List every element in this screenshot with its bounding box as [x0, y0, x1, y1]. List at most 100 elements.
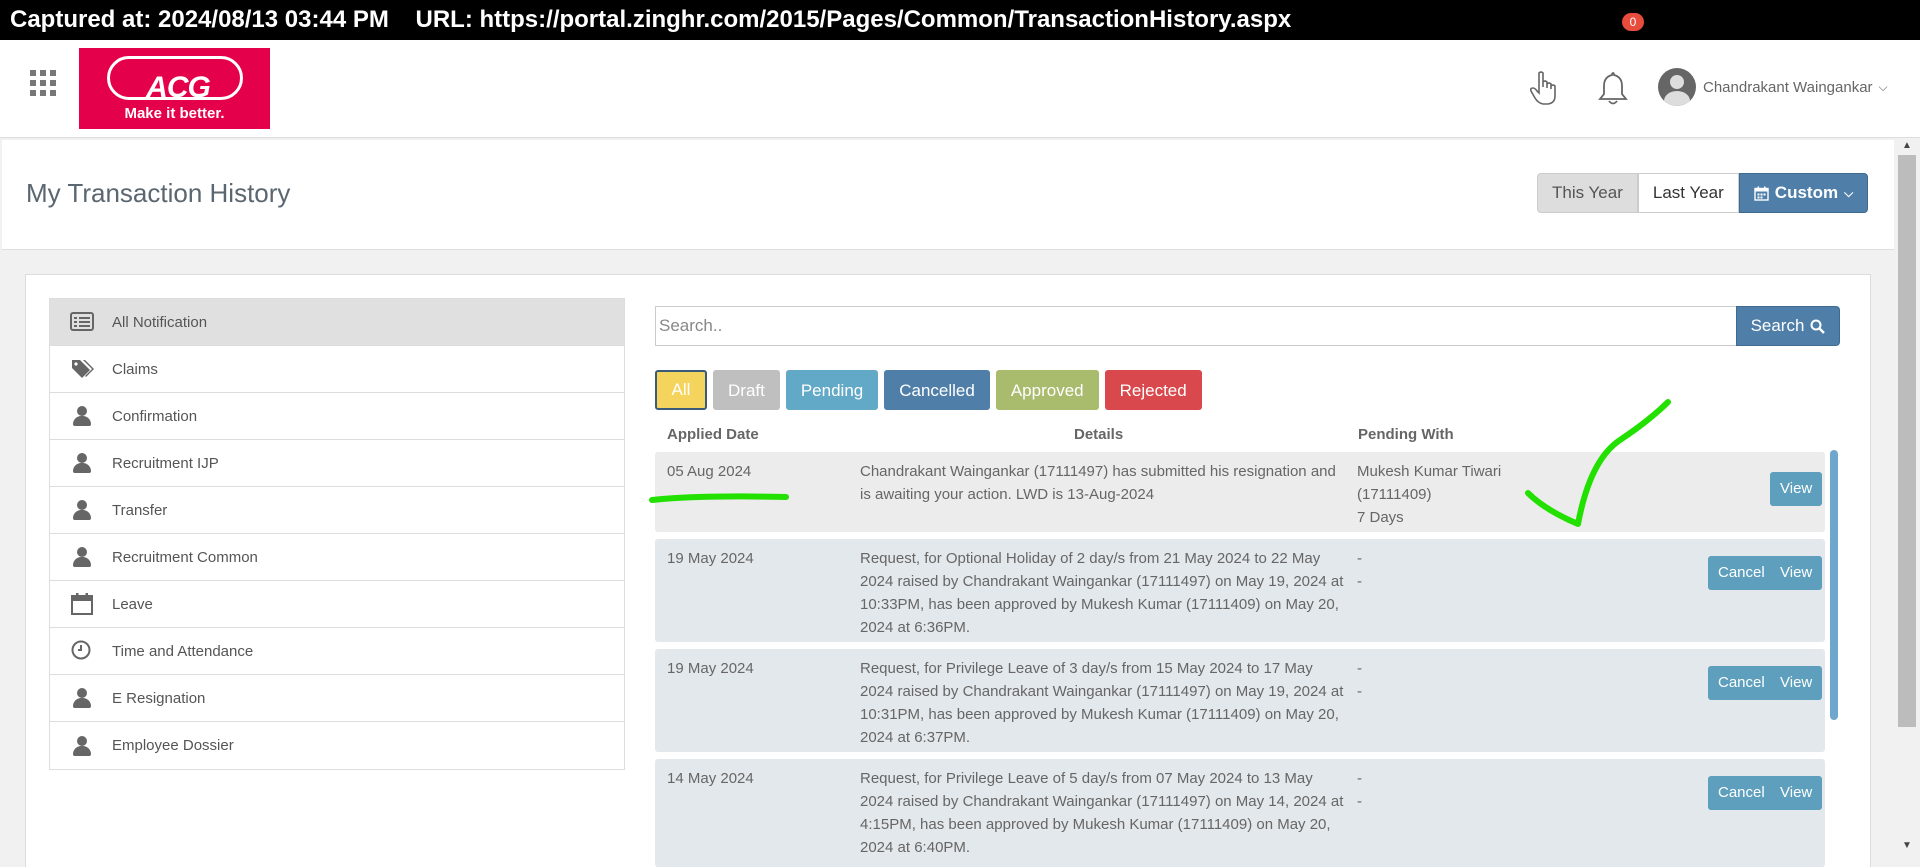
search-input[interactable] — [655, 306, 1737, 346]
list-scrollbar[interactable] — [1830, 450, 1838, 720]
person-icon — [70, 546, 94, 568]
scroll-down-arrow-icon[interactable]: ▼ — [1899, 840, 1915, 851]
sidebar-item-transfer[interactable]: Transfer — [50, 487, 624, 534]
sidebar-item-label: Recruitment Common — [112, 548, 258, 566]
transaction-details: Request, for Privilege Leave of 5 day/s … — [860, 770, 1344, 856]
applied-date: 19 May 2024 — [667, 550, 754, 567]
period-filter-group: This Year Last Year Custom ⌵ — [1537, 173, 1869, 213]
custom-period-button[interactable]: Custom ⌵ — [1738, 173, 1869, 213]
view-button[interactable]: View — [1770, 472, 1823, 506]
sidebar-item-time-and-attendance[interactable]: Time and Attendance — [50, 628, 624, 675]
person-icon — [70, 405, 94, 427]
applied-date: 05 Aug 2024 — [667, 463, 752, 480]
last-year-button[interactable]: Last Year — [1637, 173, 1739, 213]
apps-grid-icon[interactable] — [30, 70, 56, 96]
sidebar-item-label: Confirmation — [112, 407, 198, 425]
sidebar-item-e-resignation[interactable]: E Resignation — [50, 675, 624, 722]
applied-date: 19 May 2024 — [667, 660, 754, 677]
calendar-icon — [1754, 186, 1769, 201]
logo-oval: ACG — [107, 56, 243, 104]
column-header-details: Details — [1074, 426, 1124, 443]
applied-date: 14 May 2024 — [667, 770, 754, 787]
view-button[interactable]: View — [1770, 776, 1823, 810]
scroll-up-arrow-icon[interactable]: ▲ — [1899, 140, 1915, 151]
pending-with-id: - — [1357, 573, 1362, 590]
pending-duration: 7 Days — [1357, 509, 1404, 526]
sidebar-item-claims[interactable]: Claims — [50, 346, 624, 393]
transaction-details: Request, for Optional Holiday of 2 day/s… — [860, 550, 1344, 636]
person-icon — [70, 452, 94, 474]
sidebar-item-confirmation[interactable]: Confirmation — [50, 393, 624, 440]
company-logo[interactable]: ACG Make it better. — [79, 48, 270, 129]
sidebar-item-label: E Resignation — [112, 689, 206, 707]
page-scrollbar-thumb[interactable] — [1898, 155, 1916, 727]
search-button[interactable]: Search — [1736, 306, 1840, 346]
pending-with: Mukesh Kumar Tiwari (17111409) 7 Days — [1357, 460, 1517, 529]
column-header-applied-date: Applied Date — [667, 426, 759, 443]
pending-with-id: - — [1357, 683, 1362, 700]
pending-with: - - — [1357, 657, 1517, 703]
view-button[interactable]: View — [1770, 666, 1823, 700]
notification-badge: 0 — [1622, 13, 1644, 31]
table-row: 19 May 2024 Request, for Optional Holida… — [655, 539, 1825, 642]
view-button[interactable]: View — [1770, 556, 1823, 590]
table-row: 19 May 2024 Request, for Privilege Leave… — [655, 649, 1825, 752]
pending-with: - - — [1357, 547, 1517, 593]
transaction-details: Request, for Privilege Leave of 3 day/s … — [860, 660, 1344, 746]
user-name: Chandrakant Waingankar — [1703, 78, 1873, 96]
pending-with-name: - — [1357, 770, 1362, 787]
table-row: 05 Aug 2024 Chandrakant Waingankar (1711… — [655, 452, 1825, 532]
page-title: My Transaction History — [26, 178, 291, 208]
pending-with-name: - — [1357, 550, 1362, 567]
hand-pointer-icon[interactable] — [1528, 70, 1558, 106]
sidebar-item-label: Time and Attendance — [112, 642, 254, 660]
custom-label: Custom — [1774, 183, 1839, 202]
filter-all-button[interactable]: All — [655, 370, 707, 410]
sidebar-item-label: Transfer — [112, 501, 168, 519]
this-year-button[interactable]: This Year — [1537, 173, 1638, 213]
search-icon — [1810, 319, 1826, 334]
sidebar-item-label: Claims — [112, 360, 158, 378]
pending-with-name: Mukesh Kumar Tiwari — [1357, 463, 1502, 480]
column-header-pending-with: Pending With — [1358, 426, 1454, 443]
status-filter-group: All Draft Pending Cancelled Approved Rej… — [655, 370, 1202, 410]
clock-icon — [71, 640, 91, 660]
calendar-icon — [71, 593, 93, 615]
chevron-down-icon: ⌵ — [1844, 186, 1854, 200]
list-icon — [70, 312, 94, 331]
filter-rejected-button[interactable]: Rejected — [1104, 370, 1202, 410]
pending-with-name: - — [1357, 660, 1362, 677]
sidebar-item-label: Leave — [112, 595, 153, 613]
cancel-button[interactable]: Cancel — [1708, 776, 1775, 810]
sidebar-item-label: Recruitment IJP — [112, 454, 219, 472]
filter-approved-button[interactable]: Approved — [995, 370, 1099, 410]
tags-icon — [72, 360, 94, 378]
person-icon — [70, 735, 94, 757]
top-header: ACG Make it better. — [0, 40, 1920, 138]
user-menu[interactable]: Chandrakant Waingankar ⌵ — [1658, 67, 1888, 107]
filter-draft-button[interactable]: Draft — [713, 370, 780, 410]
sidebar-item-label: All Notification — [112, 313, 208, 331]
sidebar-item-employee-dossier[interactable]: Employee Dossier — [50, 722, 624, 769]
avatar — [1658, 68, 1696, 106]
filter-cancelled-button[interactable]: Cancelled — [884, 370, 990, 410]
pending-with: - - — [1357, 767, 1517, 813]
pending-with-id: (17111409) — [1357, 486, 1432, 503]
person-icon — [70, 687, 94, 709]
logo-tagline: Make it better. — [124, 105, 225, 122]
sidebar-item-all-notification[interactable]: All Notification — [50, 299, 624, 346]
sidebar-item-leave[interactable]: Leave — [50, 581, 624, 628]
cancel-button[interactable]: Cancel — [1708, 556, 1775, 590]
logo-text: ACG — [146, 71, 211, 104]
filter-pending-button[interactable]: Pending — [785, 370, 879, 410]
bell-icon[interactable] — [1597, 70, 1629, 106]
sidebar-item-recruitment-common[interactable]: Recruitment Common — [50, 534, 624, 581]
sidebar-item-recruitment-ijp[interactable]: Recruitment IJP — [50, 440, 624, 487]
cancel-button[interactable]: Cancel — [1708, 666, 1775, 700]
category-sidebar: All Notification Claims Confirmation Rec… — [49, 298, 625, 770]
sidebar-item-label: Employee Dossier — [112, 737, 234, 754]
search-button-label: Search — [1750, 316, 1805, 335]
title-panel: My Transaction History This Year Last Ye… — [2, 140, 1894, 250]
pending-with-id: - — [1357, 793, 1362, 810]
transaction-details: Chandrakant Waingankar (17111497) has su… — [860, 463, 1336, 503]
